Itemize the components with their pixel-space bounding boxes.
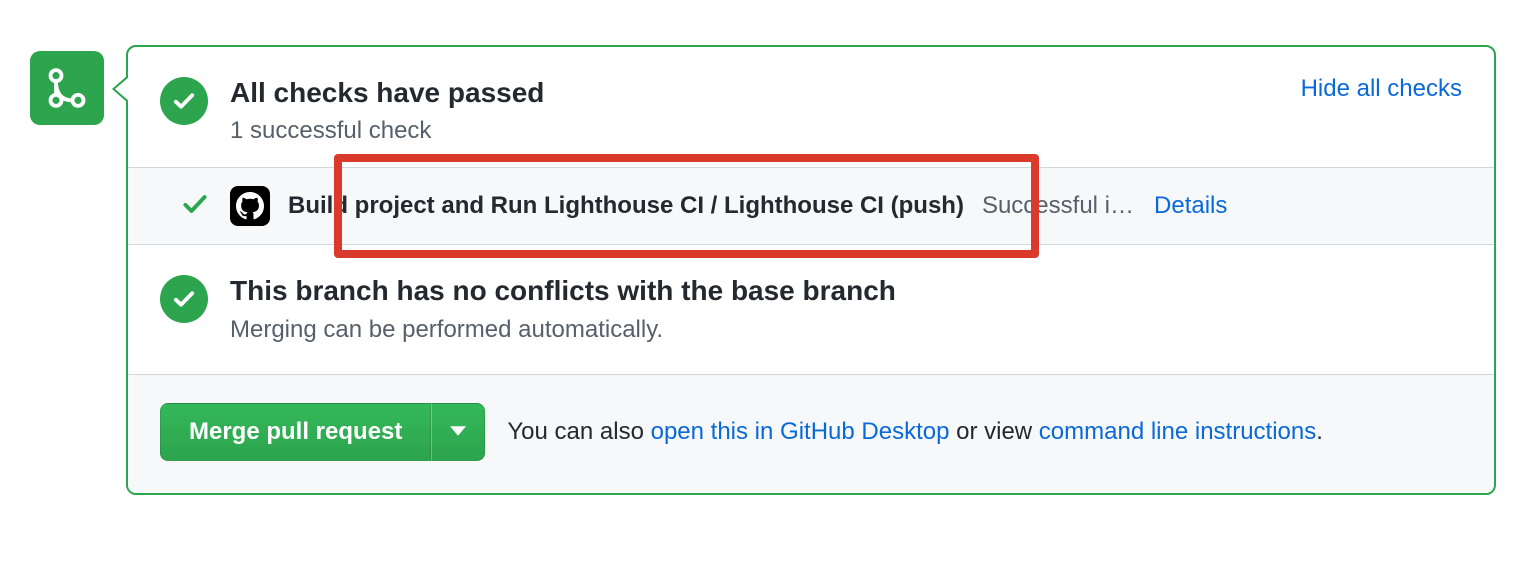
command-line-instructions-link[interactable]: command line instructions bbox=[1039, 418, 1316, 445]
conflicts-section: This branch has no conflicts with the ba… bbox=[128, 245, 1494, 373]
check-status: Successful i… bbox=[982, 192, 1134, 220]
merge-status-box: All checks have passed 1 successful chec… bbox=[126, 45, 1496, 495]
checks-subtitle: 1 successful check bbox=[230, 117, 1281, 145]
checks-title: All checks have passed bbox=[230, 75, 1281, 111]
merge-pull-request-button[interactable]: Merge pull request bbox=[160, 403, 431, 461]
merge-dropdown-button[interactable] bbox=[431, 403, 485, 461]
conflicts-title: This branch has no conflicts with the ba… bbox=[230, 273, 1462, 309]
check-row: Build project and Run Lighthouse CI / Li… bbox=[128, 168, 1259, 244]
check-circle-icon bbox=[160, 275, 208, 323]
merge-icon bbox=[30, 51, 104, 125]
check-name[interactable]: Build project and Run Lighthouse CI / Li… bbox=[288, 192, 964, 220]
checks-summary-section: All checks have passed 1 successful chec… bbox=[128, 47, 1494, 167]
open-github-desktop-link[interactable]: open this in GitHub Desktop bbox=[651, 418, 950, 445]
check-success-icon bbox=[181, 190, 209, 223]
checks-list: Build project and Run Lighthouse CI / Li… bbox=[128, 167, 1494, 245]
merge-help-text: You can also open this in GitHub Desktop… bbox=[507, 418, 1323, 446]
github-actions-avatar-icon bbox=[230, 186, 270, 226]
caret-down-icon bbox=[450, 424, 466, 439]
hide-all-checks-link[interactable]: Hide all checks bbox=[1301, 75, 1462, 103]
conflicts-subtitle: Merging can be performed automatically. bbox=[230, 316, 1462, 344]
check-details-link[interactable]: Details bbox=[1154, 192, 1227, 220]
merge-button-group: Merge pull request bbox=[160, 403, 485, 461]
check-circle-icon bbox=[160, 77, 208, 125]
merge-actions-section: Merge pull request You can also open thi… bbox=[128, 374, 1494, 493]
